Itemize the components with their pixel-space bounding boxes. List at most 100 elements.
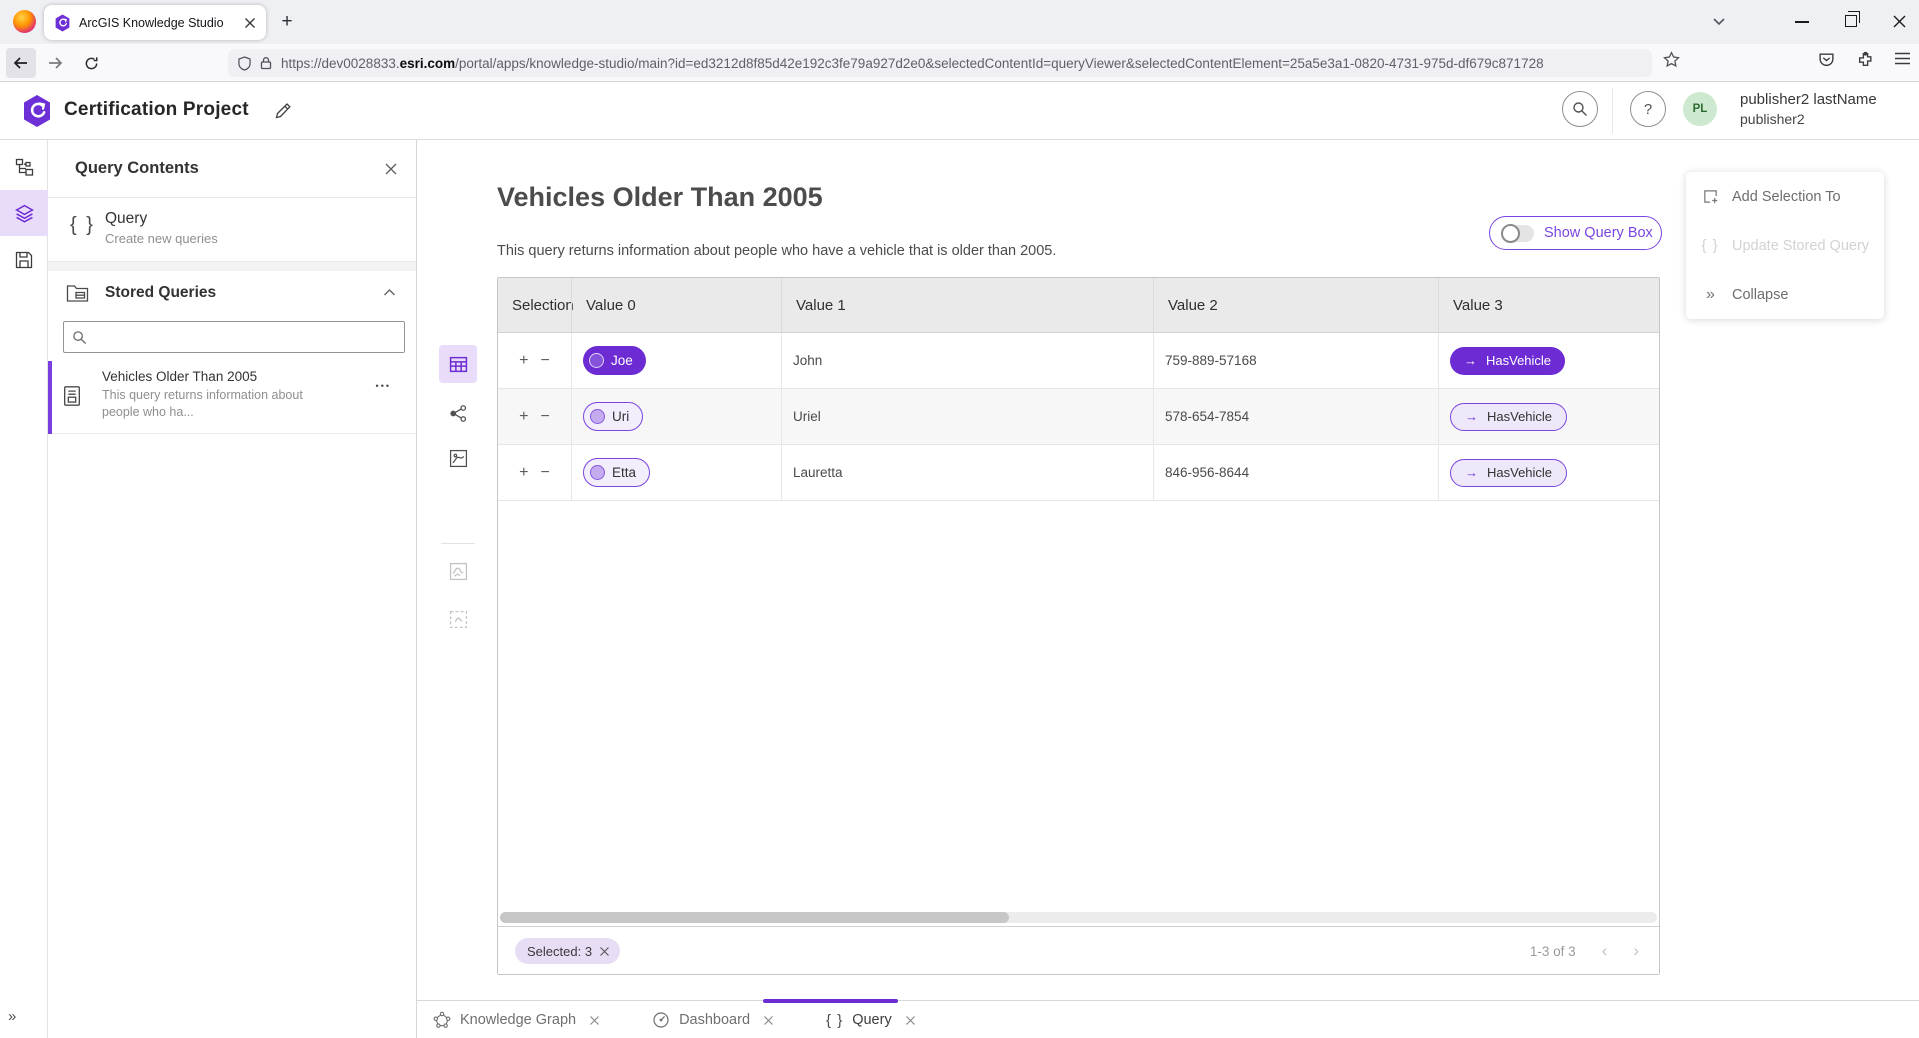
add-selection-icon[interactable]: +	[519, 352, 528, 370]
entity-cell: Joe	[571, 333, 781, 388]
stored-queries-search[interactable]	[63, 321, 405, 353]
menu-item-collapse[interactable]: » Collapse	[1686, 270, 1884, 319]
table-icon	[449, 355, 468, 374]
tab-close-icon[interactable]	[244, 17, 256, 29]
remove-selection-icon[interactable]: −	[541, 352, 550, 370]
reload-button[interactable]	[76, 48, 106, 78]
table-view-button[interactable]	[439, 345, 477, 383]
forward-button[interactable]	[40, 48, 70, 78]
entity-dot-icon	[590, 409, 605, 424]
stored-query-doc-icon	[62, 385, 82, 407]
firefox-logo-icon[interactable]	[13, 10, 36, 33]
table-row[interactable]: + − Etta Lauretta 846-956-8644 →HasVehic…	[498, 445, 1659, 501]
menu-item-add-selection-to[interactable]: Add Selection To	[1686, 172, 1884, 221]
tracking-shield-icon[interactable]	[238, 56, 251, 71]
tab-close-icon[interactable]	[905, 1015, 916, 1026]
window-minimize-button[interactable]	[1795, 21, 1809, 23]
edit-pencil-icon[interactable]	[274, 102, 292, 120]
save-rail-button[interactable]	[0, 237, 48, 283]
avatar[interactable]: PL	[1683, 92, 1717, 126]
browser-tab[interactable]: ArcGIS Knowledge Studio	[44, 5, 266, 40]
toggle-switch[interactable]	[1502, 225, 1534, 242]
search-button[interactable]	[1562, 91, 1598, 127]
knowledge-graph-icon	[433, 1011, 451, 1029]
selected-count-chip[interactable]: Selected: 3	[515, 938, 620, 964]
entity-label: Etta	[612, 465, 636, 480]
layers-rail-button[interactable]	[0, 190, 48, 236]
previous-page-icon[interactable]: ‹	[1602, 941, 1608, 961]
stored-queries-title: Stored Queries	[105, 284, 216, 302]
help-button[interactable]: ?	[1630, 91, 1666, 127]
entity-pill[interactable]: Uri	[583, 402, 643, 431]
table-footer: Selected: 3 1-3 of 3 ‹ ›	[498, 926, 1659, 974]
arrow-right-icon: →	[1465, 465, 1478, 480]
save-floppy-icon	[15, 251, 33, 269]
show-query-box-toggle[interactable]: Show Query Box	[1489, 216, 1662, 250]
bookmark-star-icon[interactable]	[1663, 51, 1680, 68]
user-block[interactable]: publisher2 lastName publisher2	[1740, 90, 1877, 128]
link-analysis-button[interactable]	[439, 394, 477, 432]
select-area-button[interactable]	[439, 600, 477, 638]
back-button[interactable]	[6, 48, 36, 78]
map-view-button[interactable]	[439, 439, 477, 477]
link-chart-rail-button[interactable]	[0, 144, 48, 190]
query-create-item[interactable]: { } Query Create new queries	[48, 198, 416, 262]
menu-item-update-stored-query[interactable]: { } Update Stored Query	[1686, 221, 1884, 270]
double-chevron-right-icon: »	[1701, 286, 1719, 304]
search-input[interactable]	[95, 330, 396, 345]
relationship-pill[interactable]: →HasVehicle	[1450, 347, 1565, 375]
horizontal-scrollbar[interactable]	[500, 912, 1657, 923]
clear-selection-icon[interactable]	[599, 946, 610, 957]
tab-label: Knowledge Graph	[460, 1012, 576, 1028]
add-selection-icon[interactable]: +	[519, 408, 528, 426]
relationship-pill[interactable]: →HasVehicle	[1450, 459, 1567, 487]
lock-icon[interactable]	[260, 56, 272, 70]
bottom-tab-bar: Knowledge Graph Dashboard { } Query	[417, 1000, 1919, 1038]
remove-selection-icon[interactable]: −	[541, 464, 550, 482]
table-row[interactable]: + − Joe John 759-889-57168 →HasVehicle	[498, 333, 1659, 389]
column-header[interactable]: Selection	[498, 278, 571, 332]
entity-pill[interactable]: Joe	[583, 346, 646, 375]
pocket-icon[interactable]	[1818, 51, 1835, 68]
column-header[interactable]: Value 1	[781, 278, 1153, 332]
table-row[interactable]: + − Uri Uriel 578-654-7854 →HasVehicle	[498, 389, 1659, 445]
window-close-button[interactable]	[1892, 14, 1907, 29]
menu-hamburger-icon[interactable]	[1894, 51, 1911, 66]
tab-dashboard[interactable]: Dashboard	[638, 1001, 788, 1038]
entity-label: Joe	[611, 353, 633, 368]
stored-query-item[interactable]: Vehicles Older Than 2005 This query retu…	[48, 361, 416, 434]
remove-selection-icon[interactable]: −	[541, 408, 550, 426]
add-selection-icon[interactable]: +	[519, 464, 528, 482]
panel-close-icon[interactable]	[384, 162, 398, 176]
tab-close-icon[interactable]	[763, 1015, 774, 1026]
next-page-icon[interactable]: ›	[1633, 941, 1639, 961]
column-header[interactable]: Value 3	[1438, 278, 1659, 332]
extensions-puzzle-icon[interactable]	[1857, 51, 1874, 68]
url-bar[interactable]: https://dev0028833.esri.com/portal/apps/…	[228, 49, 1652, 77]
scrollbar-thumb[interactable]	[500, 912, 1009, 923]
screen: ArcGIS Knowledge Studio + https://dev002…	[0, 0, 1919, 1038]
list-all-tabs-icon[interactable]	[1712, 16, 1726, 26]
relationship-label: HasVehicle	[1486, 353, 1551, 368]
column-header[interactable]: Value 2	[1153, 278, 1438, 332]
window-restore-button[interactable]	[1845, 15, 1857, 27]
relationship-cell: →HasVehicle	[1438, 445, 1659, 500]
add-selection-to-icon	[1701, 188, 1719, 205]
browser-tab-title: ArcGIS Knowledge Studio	[79, 16, 238, 30]
tab-query[interactable]: { } Query	[812, 1001, 930, 1038]
tab-knowledge-graph[interactable]: Knowledge Graph	[419, 1001, 614, 1038]
stored-queries-header[interactable]: Stored Queries	[48, 271, 416, 317]
column-header[interactable]: Value 0	[571, 278, 781, 332]
entity-pill[interactable]: Etta	[583, 458, 650, 487]
relationship-pill[interactable]: →HasVehicle	[1450, 403, 1567, 431]
map-selection-button[interactable]	[439, 552, 477, 590]
chevron-up-icon[interactable]	[383, 288, 396, 297]
browser-toolbar: https://dev0028833.esri.com/portal/apps/…	[0, 44, 1919, 82]
tab-close-icon[interactable]	[589, 1015, 600, 1026]
app-header: Certification Project ? PL publisher2 la…	[0, 82, 1919, 140]
new-tab-button[interactable]: +	[276, 11, 298, 33]
item-options-icon[interactable]: •••	[376, 381, 391, 391]
relationship-cell: →HasVehicle	[1438, 389, 1659, 444]
expand-rail-button[interactable]: »	[8, 1008, 15, 1025]
selected-accent-bar	[48, 361, 52, 434]
